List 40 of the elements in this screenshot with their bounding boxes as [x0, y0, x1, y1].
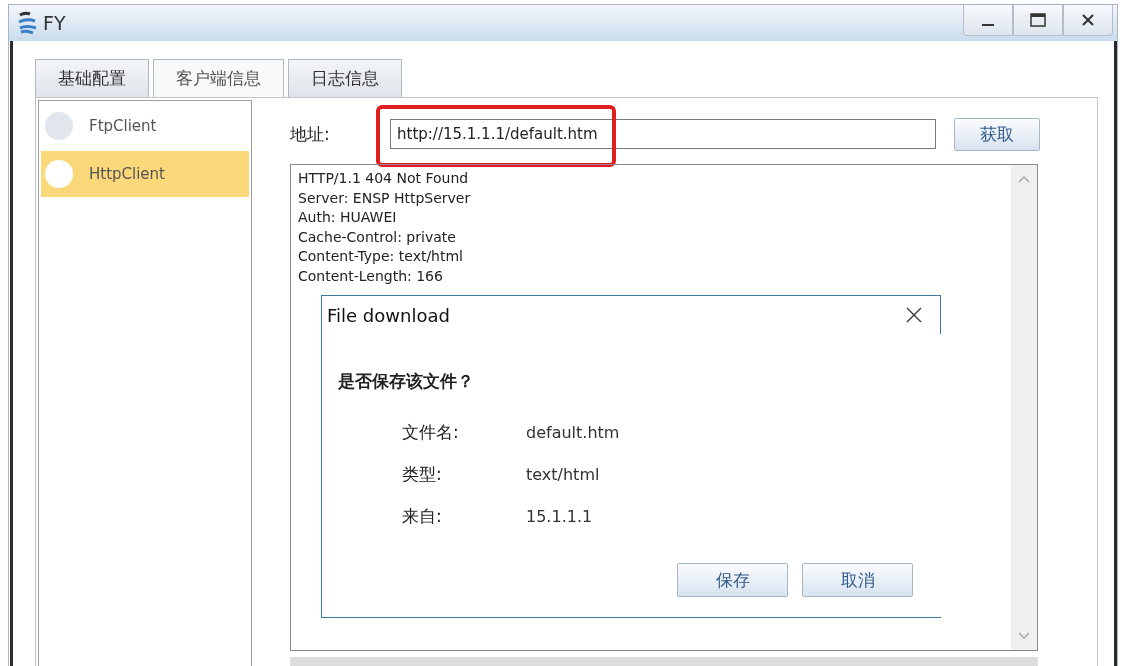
client-label: HttpClient [89, 165, 165, 183]
response-line: Auth: HUAWEI [298, 208, 398, 228]
scroll-down-icon [1018, 632, 1030, 640]
status-circle-icon [45, 112, 73, 140]
fetch-button[interactable]: 获取 [954, 117, 1040, 151]
response-line: Content-Type: text/html [298, 247, 464, 267]
field-label: 文件名: [402, 420, 460, 444]
field-value: 15.1.1.1 [526, 506, 593, 526]
response-line: HTTP/1.1 404 Not Found [298, 169, 470, 188]
close-icon [906, 307, 922, 323]
dialog-button[interactable]: 取消 [802, 563, 913, 597]
tab[interactable]: 日志信息 [288, 59, 402, 97]
maximize-icon [1030, 13, 1046, 27]
client-label: FtpClient [89, 117, 157, 135]
close-button[interactable] [1063, 5, 1113, 36]
client-item[interactable]: FtpClient [41, 103, 249, 149]
maximize-button[interactable] [1013, 5, 1063, 36]
dialog-title: File download [327, 304, 450, 326]
scroll-up-icon [1018, 175, 1030, 183]
response-line: Cache-Control: private [298, 227, 457, 247]
dialog-button[interactable]: 保存 [677, 563, 788, 597]
dialog-question: 是否保存该文件？ [338, 370, 475, 393]
response-line: Server: ENSP HttpServer [298, 188, 472, 208]
field-label: 来自: [402, 504, 443, 528]
status-circle-icon [45, 160, 73, 188]
address-label: 地址: [290, 122, 331, 146]
field-value: text/html [526, 464, 600, 484]
tab[interactable]: 基础配置 [35, 59, 149, 97]
field-label: 类型: [402, 462, 443, 486]
client-item[interactable]: HttpClient [41, 151, 249, 197]
scrollbar[interactable] [1011, 165, 1037, 650]
response-line: Content-Length: 166 [298, 266, 444, 286]
window-title: FY [43, 12, 66, 34]
address-field[interactable]: http://15.1.1.1/default.htm [390, 119, 936, 149]
app-logo-icon [17, 11, 39, 35]
dialog-close-button[interactable] [904, 305, 924, 325]
field-value: default.htm [526, 422, 620, 442]
tab[interactable]: 客户端信息 [153, 59, 284, 97]
minimize-icon [982, 24, 994, 26]
close-icon [1081, 13, 1095, 27]
